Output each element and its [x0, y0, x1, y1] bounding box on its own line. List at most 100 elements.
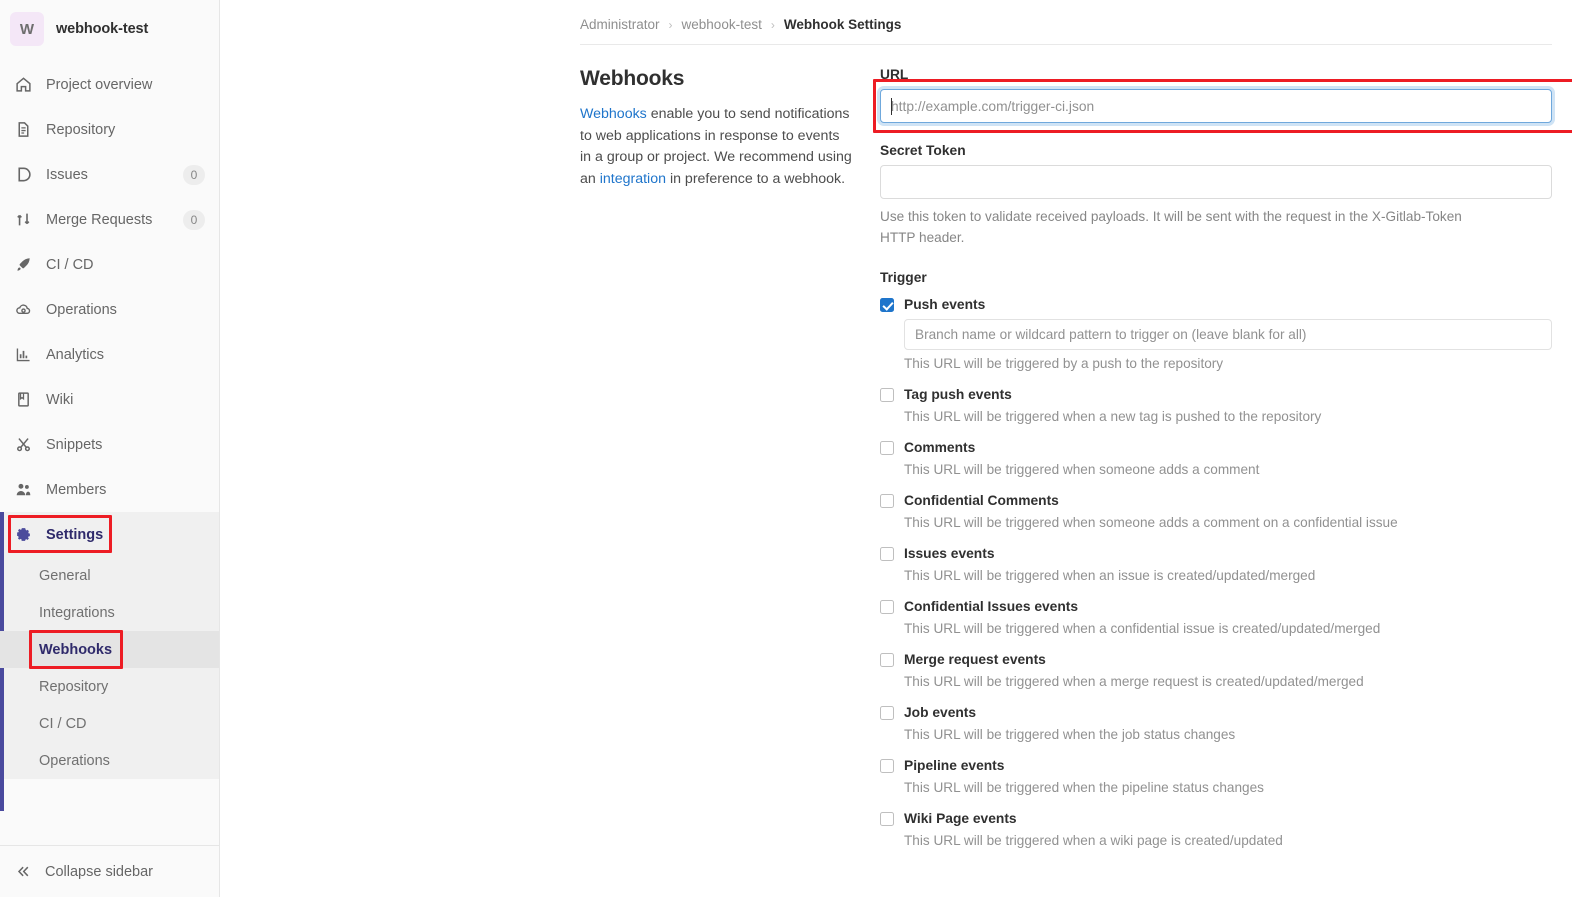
wiki-page-events-checkbox[interactable] [880, 812, 894, 826]
confidential-comments-checkbox[interactable] [880, 494, 894, 508]
sidebar-label: Snippets [46, 436, 103, 453]
scissors-icon [14, 436, 32, 454]
trigger-label: Confidential Comments [904, 493, 1059, 508]
trigger-section-title: Trigger [880, 270, 927, 285]
sidebar-item-ci-cd[interactable]: CI / CD [0, 242, 219, 287]
sidebar-item-wiki[interactable]: Wiki [0, 377, 219, 422]
sidebar-item-snippets[interactable]: Snippets [0, 422, 219, 467]
subitem-label: Repository [39, 678, 109, 695]
main-content: Administrator › webhook-test › Webhook S… [220, 0, 1572, 897]
webhooks-settings-section: Webhooks Webhooks enable you to send not… [220, 45, 1572, 863]
trigger-label: Pipeline events [904, 758, 1005, 773]
sidebar-label: Merge Requests [46, 211, 153, 228]
trigger-tag-push-events: Tag push events This URL will be trigger… [880, 386, 1552, 426]
sidebar-label: CI / CD [46, 256, 94, 273]
sidebar-item-project-overview[interactable]: Project overview [0, 62, 219, 107]
sidebar-label: Issues [46, 166, 88, 183]
tag-push-events-checkbox[interactable] [880, 388, 894, 402]
sidebar-label: Analytics [46, 346, 105, 363]
sidebar-item-members[interactable]: Members [0, 467, 219, 512]
sidebar-subitem-integrations[interactable]: Integrations [0, 594, 219, 631]
sidebar-label: Operations [46, 301, 117, 318]
pipeline-events-checkbox[interactable] [880, 759, 894, 773]
sidebar-label: Wiki [46, 391, 74, 408]
webhook-form: URL Secret Token Use this token to valid… [873, 67, 1572, 863]
sidebar-subitem-webhooks[interactable]: Webhooks [0, 630, 219, 669]
project-header[interactable]: W webhook-test [0, 0, 219, 58]
trigger-description: This URL will be triggered when the pipe… [904, 780, 1264, 795]
double-chevron-left-icon [14, 864, 32, 879]
sidebar-label: Repository [46, 121, 116, 138]
trigger-job-events: Job events This URL will be triggered wh… [880, 704, 1552, 744]
section-description: Webhooks Webhooks enable you to send not… [580, 67, 880, 863]
trigger-label: Job events [904, 705, 977, 720]
push-branch-filter-input[interactable] [904, 319, 1552, 350]
sidebar-subitem-operations[interactable]: Operations [0, 742, 219, 779]
secret-token-help-text: Use this token to validate received payl… [880, 209, 1462, 245]
trigger-description: This URL will be triggered when a confid… [904, 621, 1381, 636]
sidebar-item-issues[interactable]: Issues 0 [0, 152, 219, 197]
text-caret [891, 98, 892, 115]
merge-request-events-checkbox[interactable] [880, 653, 894, 667]
breadcrumb: Administrator › webhook-test › Webhook S… [220, 0, 1572, 32]
breadcrumb-item-project[interactable]: webhook-test [682, 17, 762, 32]
sidebar-label: Members [46, 481, 107, 498]
sidebar-item-settings[interactable]: Settings [0, 512, 219, 557]
trigger-description: This URL will be triggered when a wiki p… [904, 833, 1283, 848]
comments-checkbox[interactable] [880, 441, 894, 455]
trigger-merge-request-events: Merge request events This URL will be tr… [880, 651, 1552, 691]
issues-events-checkbox[interactable] [880, 547, 894, 561]
subitem-label: CI / CD [39, 715, 87, 732]
subitem-label: Operations [39, 752, 110, 769]
gitlab-webhook-settings-page: W webhook-test Project overview Reposito… [0, 0, 1572, 897]
breadcrumb-item-administrator[interactable]: Administrator [580, 17, 660, 32]
trigger-label: Issues events [904, 546, 995, 561]
breadcrumb-item-current: Webhook Settings [783, 17, 902, 32]
sidebar-label: Settings [46, 526, 104, 543]
home-icon [14, 76, 32, 94]
sidebar-item-repository[interactable]: Repository [0, 107, 219, 152]
trigger-description: This URL will be triggered when a merge … [904, 674, 1364, 689]
secret-token-field-label: Secret Token [880, 143, 966, 158]
page-title: Webhooks [580, 67, 685, 90]
secret-token-input[interactable] [880, 165, 1552, 199]
breadcrumb-separator-icon: › [770, 17, 775, 32]
trigger-label: Wiki Page events [904, 811, 1017, 826]
sidebar-spacer [0, 779, 219, 845]
sidebar-subitem-repository[interactable]: Repository [0, 668, 219, 705]
trigger-description: This URL will be triggered when someone … [904, 462, 1260, 477]
subitem-label: Integrations [39, 604, 115, 621]
confidential-issues-events-checkbox[interactable] [880, 600, 894, 614]
sidebar-item-analytics[interactable]: Analytics [0, 332, 219, 377]
push-events-checkbox[interactable] [880, 298, 894, 312]
webhooks-doc-link[interactable]: Webhooks [580, 106, 647, 122]
sidebar-item-operations[interactable]: Operations [0, 287, 219, 332]
merge-requests-count-badge: 0 [183, 209, 205, 230]
project-avatar: W [10, 12, 44, 46]
trigger-comments: Comments This URL will be triggered when… [880, 439, 1552, 479]
url-field-label: URL [880, 67, 909, 82]
trigger-description: This URL will be triggered when the job … [904, 727, 1236, 742]
cloud-gear-icon [14, 301, 32, 319]
collapse-sidebar-label: Collapse sidebar [45, 863, 154, 880]
sidebar-subitem-general[interactable]: General [0, 557, 219, 594]
collapse-sidebar-button[interactable]: Collapse sidebar [0, 845, 219, 897]
url-input[interactable] [880, 89, 1552, 123]
trigger-pipeline-events: Pipeline events This URL will be trigger… [880, 757, 1552, 797]
sidebar-item-merge-requests[interactable]: Merge Requests 0 [0, 197, 219, 242]
book-icon [14, 391, 32, 409]
subitem-label: General [39, 567, 91, 584]
job-events-checkbox[interactable] [880, 706, 894, 720]
issues-count-badge: 0 [183, 164, 205, 185]
document-icon [14, 121, 32, 139]
trigger-wiki-page-events: Wiki Page events This URL will be trigge… [880, 810, 1552, 850]
merge-request-icon [14, 211, 32, 229]
integration-doc-link[interactable]: integration [600, 171, 666, 187]
users-icon [14, 481, 32, 499]
subitem-label: Webhooks [39, 641, 113, 658]
rocket-icon [14, 256, 32, 274]
sidebar-subitem-ci-cd[interactable]: CI / CD [0, 705, 219, 742]
url-field-wrapper [873, 79, 1572, 133]
settings-subnav: General Integrations Webhooks Repository… [0, 557, 219, 779]
project-name: webhook-test [56, 21, 149, 37]
